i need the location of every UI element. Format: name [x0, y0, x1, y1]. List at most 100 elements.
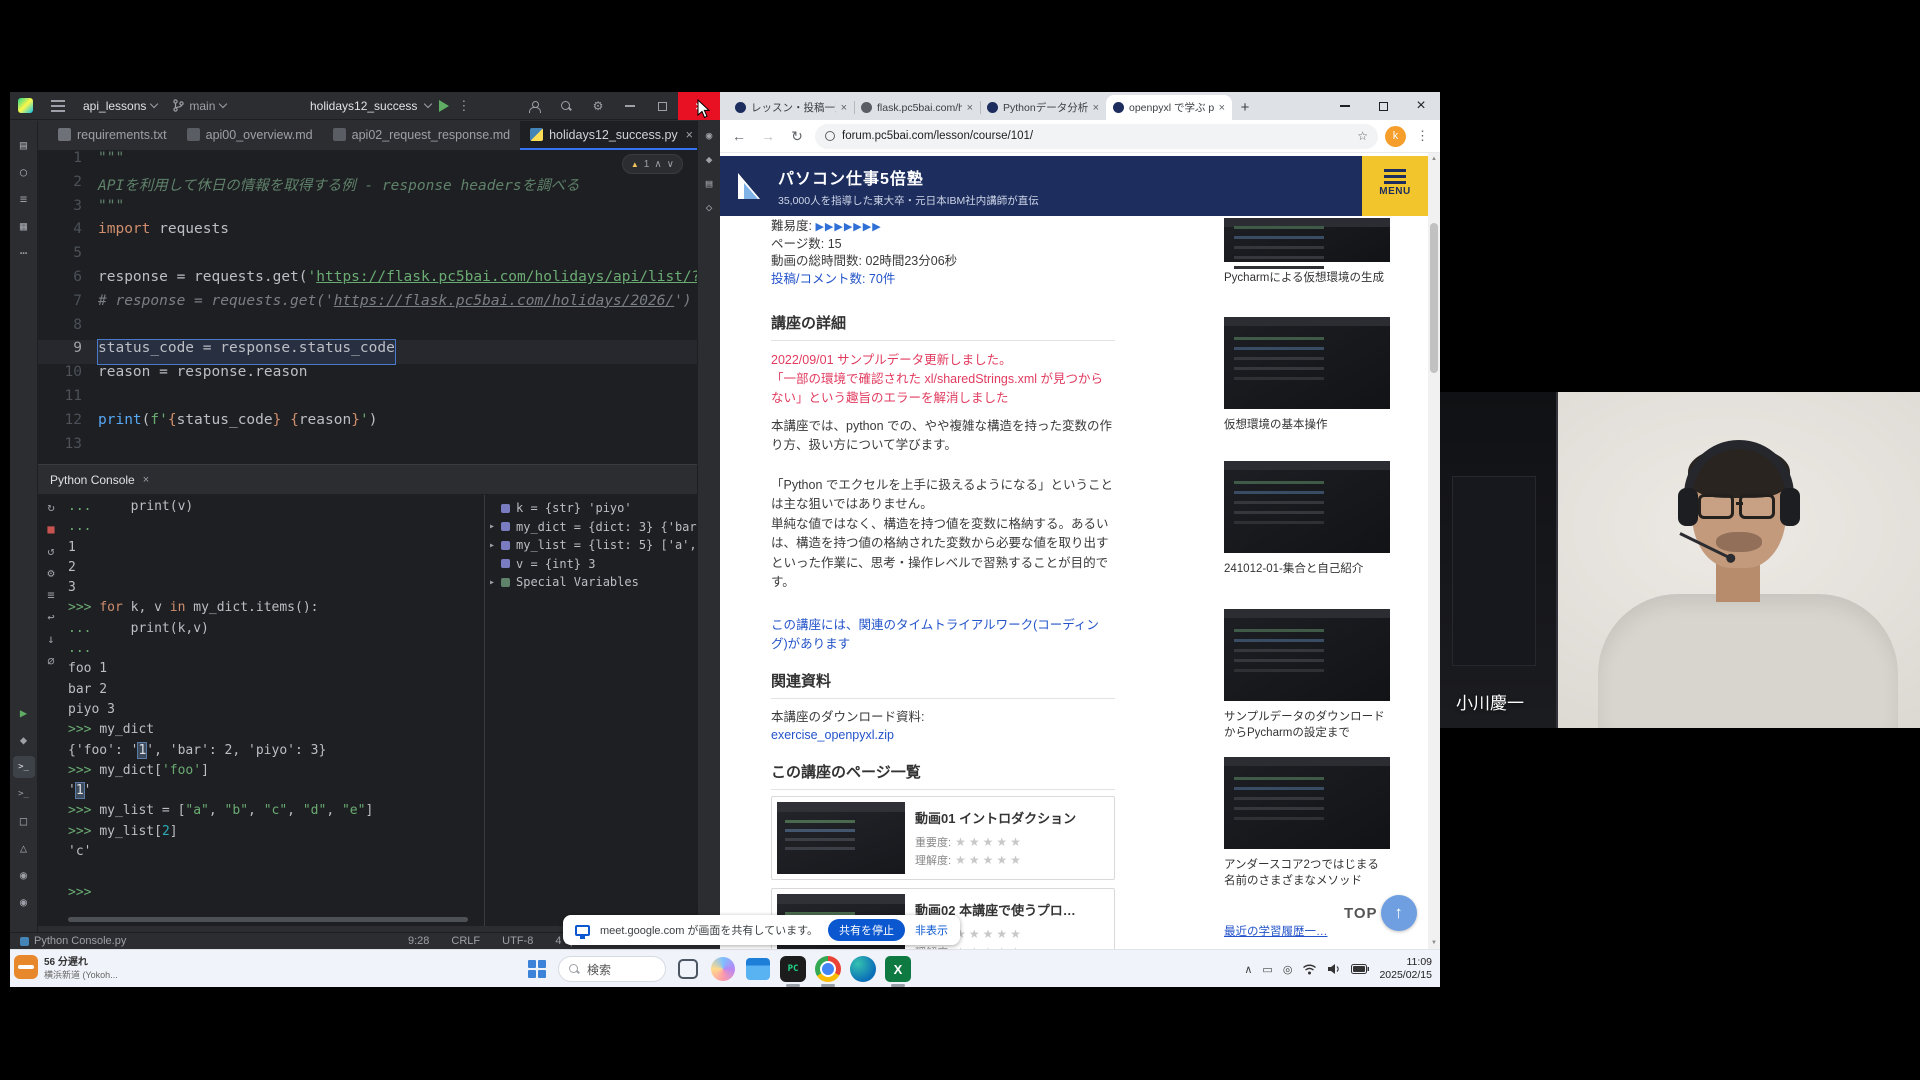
browser-tab[interactable]: openpyxl で学ぶ py×: [1106, 95, 1232, 120]
browser-tab[interactable]: Pythonデータ分析(×: [980, 95, 1106, 120]
timetrial-link[interactable]: この講座には、関連のタイムトライアルワーク(コーディング)があります: [771, 616, 1115, 655]
vcs-icon[interactable]: ◉: [13, 864, 35, 886]
edge-icon[interactable]: [850, 956, 876, 982]
site-logo-icon[interactable]: [734, 169, 768, 203]
minimize-button[interactable]: [1326, 92, 1364, 120]
structure-icon[interactable]: ≡: [13, 188, 35, 210]
variable-row[interactable]: ▸my_list = {list: 5} ['a', 'b', 'c', 'd'…: [485, 536, 697, 555]
stop-icon[interactable]: ■: [41, 519, 61, 539]
python-console-icon[interactable]: >_: [13, 756, 35, 778]
bookmark-star-icon[interactable]: ☆: [1357, 129, 1368, 143]
code-editor[interactable]: 1"""2APIを利用して休日の情報を取得する例 - response head…: [38, 150, 697, 464]
scrollbar-thumb[interactable]: [1430, 223, 1438, 373]
profile-avatar[interactable]: k: [1385, 126, 1406, 147]
address-bar[interactable]: forum.pc5bai.com/lesson/course/101/ ☆: [815, 124, 1378, 149]
clear-icon[interactable]: ∅: [41, 651, 61, 671]
new-tab-button[interactable]: +: [1232, 95, 1258, 120]
status-item[interactable]: 9:28: [408, 935, 429, 947]
close-tab-icon[interactable]: ×: [1093, 102, 1099, 114]
variable-row[interactable]: ▸Special Variables: [485, 573, 697, 592]
run-icon[interactable]: ▶: [13, 702, 35, 724]
debug-icon[interactable]: ◆: [13, 729, 35, 751]
project-widget[interactable]: api_lessons: [75, 95, 165, 117]
code-with-me-icon[interactable]: [518, 92, 550, 120]
stop-sharing-button[interactable]: 共有を停止: [828, 919, 905, 941]
editor-tab[interactable]: holidays12_success.py×: [520, 121, 703, 150]
run-config-name[interactable]: holidays12_success: [310, 99, 417, 113]
browser-menu-icon[interactable]: ⋮: [1413, 128, 1432, 144]
rerun-icon[interactable]: ↻: [41, 497, 61, 517]
microphone-icon[interactable]: ◎: [1283, 963, 1293, 976]
scroll-to-top-button[interactable]: TOP ↑: [1344, 895, 1417, 931]
console-horizontal-scrollbar[interactable]: [68, 917, 468, 922]
tray-chevron-icon[interactable]: ∧: [1244, 963, 1252, 976]
search-everywhere-icon[interactable]: [550, 92, 582, 120]
site-info-icon[interactable]: [825, 131, 835, 141]
chrome-icon[interactable]: [815, 956, 841, 982]
run-button[interactable]: [439, 100, 449, 112]
variable-row[interactable]: ▸my_dict = {dict: 3} {'bar': 2, 'foo': '…: [485, 518, 697, 537]
ai-assistant-icon[interactable]: ◆: [700, 150, 719, 169]
battery-icon[interactable]: [1351, 964, 1369, 974]
editor-tab[interactable]: api00_overview.md: [177, 121, 323, 150]
minimize-button[interactable]: [614, 92, 646, 120]
status-file-name[interactable]: Python Console.py: [20, 935, 126, 947]
hide-button[interactable]: 非表示: [915, 922, 948, 938]
close-tab-icon[interactable]: ×: [841, 102, 847, 114]
settings-gear-icon[interactable]: ⚙: [582, 92, 614, 120]
volume-icon[interactable]: [1327, 963, 1341, 975]
close-tab-icon[interactable]: ×: [686, 128, 693, 142]
main-menu-icon[interactable]: [51, 105, 65, 107]
pycharm-icon[interactable]: PC: [780, 956, 806, 982]
notifications-icon[interactable]: ◉: [700, 126, 719, 145]
related-video-item[interactable]: アンダースコア2つではじまる名前のさまざまなメソッド: [1224, 757, 1390, 889]
tray-app-icon[interactable]: ▭: [1262, 963, 1272, 976]
expand-icon[interactable]: ▸: [489, 540, 501, 551]
related-video-item[interactable]: サンプルデータのダウンロードからPycharmの設定まで: [1224, 609, 1390, 741]
weather-widget[interactable]: 56 分遅れ 横浜新道 (Yokoh...: [14, 953, 118, 981]
related-video-item[interactable]: Pycharmによる仮想環境の生成: [1224, 218, 1390, 286]
console-output[interactable]: ... print(v)...123>>> for k, v in my_dic…: [68, 497, 476, 912]
more-icon[interactable]: ⋯: [13, 242, 35, 264]
scroll-end-icon[interactable]: ↓: [41, 629, 61, 649]
project-icon[interactable]: ▤: [13, 134, 35, 156]
reload-button[interactable]: ↻: [786, 128, 808, 145]
console-tab-label[interactable]: Python Console: [50, 473, 135, 487]
plugins-icon[interactable]: ▦: [13, 215, 35, 237]
menu-button[interactable]: MENU: [1362, 156, 1428, 216]
inspections-widget[interactable]: ▲ 1 ∧ ∨: [622, 154, 683, 174]
chevron-down-icon[interactable]: [424, 100, 432, 108]
excel-icon[interactable]: X: [885, 956, 911, 982]
services-icon[interactable]: □: [13, 810, 35, 832]
softwrap-icon[interactable]: ↩: [41, 607, 61, 627]
wifi-icon[interactable]: [1302, 963, 1317, 975]
maximize-button[interactable]: [1364, 92, 1402, 120]
problems-icon[interactable]: △: [13, 837, 35, 859]
gradle-icon[interactable]: ◇: [700, 198, 719, 217]
scroll-down-arrow[interactable]: ▼: [1428, 937, 1440, 949]
terminal-icon[interactable]: >_: [13, 783, 35, 805]
variable-row[interactable]: v = {int} 3: [485, 555, 697, 574]
settings-icon[interactable]: ⚙: [41, 563, 61, 583]
restart-icon[interactable]: ↺: [41, 541, 61, 561]
related-video-item[interactable]: 241012-01-集合と自己紹介: [1224, 461, 1390, 577]
editor-tab[interactable]: api02_request_response.md: [323, 121, 520, 150]
branch-widget[interactable]: main: [165, 95, 234, 117]
related-video-item[interactable]: 仮想環境の基本操作: [1224, 317, 1390, 433]
url-text[interactable]: forum.pc5bai.com/lesson/course/101/: [842, 130, 1350, 142]
history-link[interactable]: 最近の学習履歴一…: [1224, 923, 1328, 939]
start-button[interactable]: [525, 957, 549, 981]
site-title[interactable]: パソコン仕事5倍塾: [778, 165, 1039, 189]
close-console-icon[interactable]: ×: [143, 474, 149, 486]
browser-tab[interactable]: flask.pc5bai.com/ho×: [854, 95, 980, 120]
database-icon[interactable]: ▤: [700, 174, 719, 193]
close-tab-icon[interactable]: ×: [1219, 102, 1225, 114]
scroll-up-arrow[interactable]: ▲: [1428, 153, 1440, 165]
more-run-options-icon[interactable]: ⋮: [457, 98, 470, 114]
copilot-icon[interactable]: [711, 957, 735, 981]
variable-row[interactable]: k = {str} 'piyo': [485, 499, 697, 518]
status-item[interactable]: CRLF: [451, 935, 480, 947]
close-button[interactable]: ×: [1402, 92, 1440, 120]
download-link[interactable]: exercise_openpyxl.zip: [771, 728, 1115, 742]
expand-icon[interactable]: ▸: [489, 577, 501, 588]
